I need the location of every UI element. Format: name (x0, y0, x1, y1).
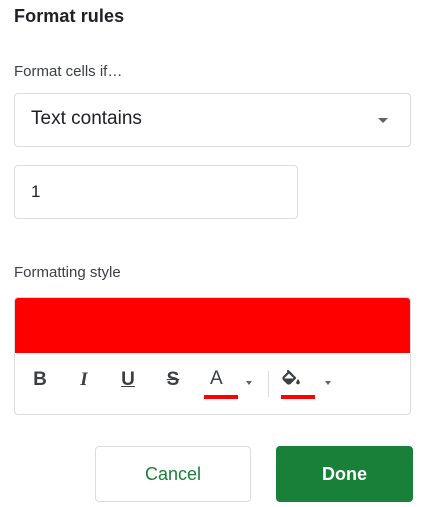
format-rules-title: Format rules (14, 6, 125, 26)
cancel-button[interactable]: Cancel (95, 446, 251, 502)
toolbar-divider (268, 371, 269, 397)
bold-button[interactable]: B (31, 365, 49, 395)
dropdown-caret-icon (378, 118, 388, 123)
fill-color-button[interactable] (281, 365, 333, 399)
underline-button[interactable]: U (119, 365, 137, 395)
text-color-indicator (204, 395, 238, 399)
italic-button[interactable]: I (75, 365, 93, 395)
formatting-style-box: B I U S A (14, 297, 411, 415)
format-cells-if-label: Format cells if… (14, 63, 123, 80)
condition-selected-value: Text contains (31, 108, 142, 129)
fill-color-caret-icon (325, 381, 331, 385)
condition-value-input[interactable] (14, 165, 298, 219)
fill-color-bucket-icon (282, 369, 300, 385)
formatting-style-label: Formatting style (14, 264, 121, 281)
text-color-icon: A (210, 368, 223, 389)
fill-color-indicator (281, 395, 315, 399)
strikethrough-button[interactable]: S (164, 365, 182, 395)
style-preview-swatch[interactable] (15, 298, 410, 353)
done-button[interactable]: Done (276, 446, 413, 502)
style-toolbar: B I U S A (15, 353, 410, 414)
condition-dropdown[interactable]: Text contains (14, 93, 411, 147)
text-color-caret-icon (246, 381, 252, 385)
text-color-button[interactable]: A (204, 365, 254, 399)
